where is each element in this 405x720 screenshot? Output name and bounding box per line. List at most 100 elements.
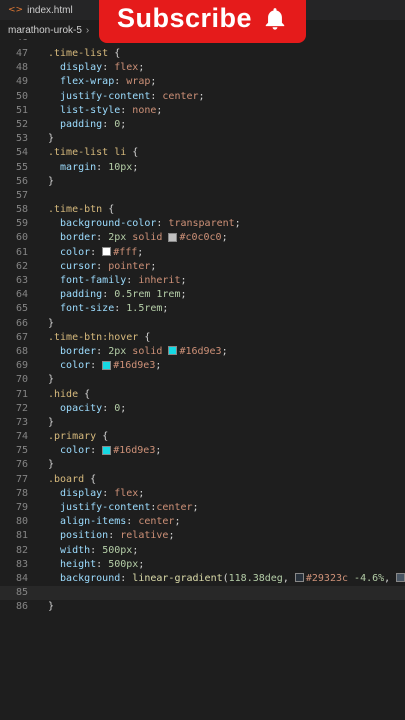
- code-token: ;: [155, 445, 162, 457]
- code-text: }: [48, 175, 54, 189]
- code-text: color: #16d9e3;: [48, 359, 161, 373]
- code-text: border: 2px solid #16d9e3;: [48, 345, 228, 359]
- color-swatch[interactable]: [168, 232, 178, 242]
- code-line: 70}: [0, 373, 405, 387]
- code-token: ;: [198, 90, 205, 102]
- color-swatch[interactable]: [294, 573, 304, 583]
- line-number: 77: [15, 473, 28, 485]
- code-token: #16d9e3: [113, 445, 156, 457]
- code-token: ;: [120, 118, 127, 130]
- color-swatch[interactable]: [168, 346, 178, 356]
- color-swatch[interactable]: [396, 573, 405, 583]
- code-token: {: [102, 204, 115, 216]
- code-token: none: [132, 104, 157, 116]
- code-token: :: [102, 487, 115, 499]
- code-token: :: [108, 530, 121, 542]
- code-token: .primary: [48, 431, 97, 443]
- line-number: 55: [15, 161, 28, 173]
- code-token: ;: [155, 360, 162, 372]
- line-number: 75: [15, 445, 28, 457]
- code-token: {: [84, 473, 97, 485]
- code-line: 59 background-color: transparent;: [0, 217, 405, 231]
- code-text: display: flex;: [48, 61, 144, 75]
- line-number: 63: [15, 275, 28, 286]
- code-token: padding: [48, 289, 103, 301]
- html-icon: <>: [8, 5, 24, 15]
- code-text: }: [48, 600, 54, 614]
- code-token: align-items: [48, 516, 127, 528]
- code-token: pointer: [108, 260, 151, 272]
- code-text: }: [48, 132, 54, 146]
- code-token: 1.5rem: [126, 303, 163, 315]
- code-text: cursor: pointer;: [48, 260, 156, 274]
- code-token: ;: [156, 104, 163, 116]
- code-token: ;: [180, 275, 187, 286]
- code-token: .hide: [48, 388, 79, 400]
- code-token: :: [102, 289, 115, 301]
- code-line: 55 margin: 10px;: [0, 161, 405, 175]
- color-swatch[interactable]: [102, 247, 112, 257]
- code-text: .primary {: [48, 430, 108, 444]
- subscribe-button[interactable]: Subscribe: [99, 0, 306, 43]
- chevron-right-icon: ›: [85, 25, 90, 36]
- code-line: 51 list-style: none;: [0, 104, 405, 118]
- code-token: color: [48, 360, 91, 372]
- code-token: color: [48, 445, 91, 457]
- color-swatch[interactable]: [102, 360, 112, 370]
- line-number: 84: [15, 572, 28, 584]
- line-number: 54: [15, 147, 28, 159]
- code-token: :: [90, 544, 103, 556]
- line-number: 86: [15, 601, 28, 613]
- line-number: 62: [15, 260, 28, 272]
- code-token: inherit: [138, 275, 181, 286]
- code-line: 67 .time-btn:hover {: [0, 331, 405, 345]
- code-editor[interactable]: 46 47.time-list {48 display: flex;49 fle…: [0, 39, 405, 615]
- line-number: 59: [15, 218, 28, 230]
- code-line: 50 justify-content: center;: [0, 90, 405, 104]
- code-token: ;: [162, 303, 169, 315]
- code-token: ;: [132, 161, 139, 173]
- code-token: cursor: [48, 260, 97, 272]
- color-swatch[interactable]: [102, 445, 112, 455]
- code-line: 82 width: 500px;: [0, 544, 405, 558]
- code-token: :: [90, 445, 103, 457]
- code-token: :: [120, 104, 133, 116]
- code-text: font-family: inherit;: [48, 274, 187, 288]
- line-number: 78: [15, 487, 28, 499]
- code-token: position: [48, 530, 109, 542]
- line-number: 60: [15, 232, 28, 244]
- breadcrumb-folder[interactable]: marathon-urok-5: [8, 25, 82, 36]
- code-token: margin: [48, 161, 97, 173]
- code-token: }: [48, 175, 55, 187]
- code-token: :: [96, 232, 109, 244]
- code-token: #16d9e3: [179, 345, 222, 357]
- code-line: 79 justify-content:center;: [0, 501, 405, 515]
- code-token: }: [48, 317, 55, 329]
- code-token: border: [48, 345, 97, 357]
- code-text: opacity: 0;: [48, 402, 126, 416]
- code-token: center: [156, 502, 193, 513]
- code-token: color: [48, 246, 91, 258]
- tab-index-html[interactable]: <> index.html: [0, 0, 81, 20]
- code-token: {: [78, 388, 91, 400]
- code-text: border: 2px solid #c0c0c0;: [48, 231, 228, 245]
- code-text: background-color: transparent;: [48, 217, 241, 231]
- line-number: 64: [15, 289, 28, 301]
- code-token: .time-btn: [48, 204, 103, 216]
- line-number: 61: [15, 246, 28, 258]
- code-token: ;: [150, 260, 157, 272]
- code-token: width: [48, 544, 91, 556]
- code-token: #16d9e3: [113, 360, 156, 372]
- code-text: align-items: center;: [48, 515, 180, 529]
- code-token: ;: [221, 345, 228, 357]
- code-token: :: [96, 558, 109, 570]
- code-token: 2px: [108, 345, 127, 357]
- line-number: 57: [15, 189, 28, 201]
- code-line: 76}: [0, 458, 405, 472]
- code-token: ;: [150, 76, 157, 88]
- code-token: 500px: [102, 544, 133, 556]
- code-token: ;: [138, 62, 145, 74]
- code-token: {: [126, 147, 139, 159]
- code-text: .time-list {: [48, 47, 120, 61]
- line-number: 82: [15, 544, 28, 556]
